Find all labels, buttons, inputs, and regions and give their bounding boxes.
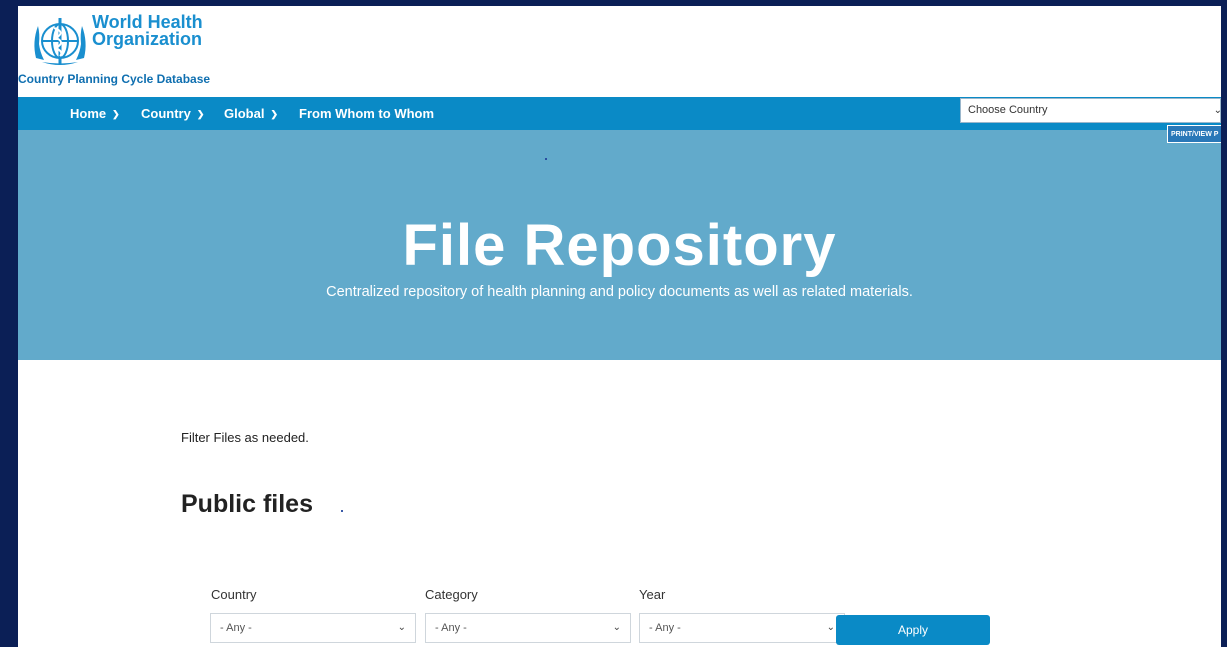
- database-name[interactable]: Country Planning Cycle Database: [18, 72, 210, 86]
- chevron-down-icon: ❯: [270, 109, 278, 120]
- chevron-down-icon: ❯: [196, 109, 205, 120]
- nav-item-from-whom-to-whom[interactable]: From Whom to Whom: [299, 97, 434, 130]
- chevron-down-icon: ⌄: [1213, 105, 1221, 116]
- browser-page: World Health Organization Country Planni…: [18, 6, 1221, 647]
- nav-item-country[interactable]: Country ❯: [141, 97, 204, 130]
- nav-item-label: From Whom to Whom: [299, 106, 435, 121]
- who-emblem-logo[interactable]: [32, 14, 88, 68]
- apply-button[interactable]: Apply: [836, 615, 990, 645]
- page-title: File Repository: [402, 213, 837, 278]
- country-filter-value: - Any -: [220, 622, 252, 634]
- category-filter-value: - Any -: [435, 622, 467, 634]
- hero-banner: File Repository Centralized repository o…: [18, 130, 1221, 360]
- decorative-dot: [341, 510, 343, 512]
- section-title-public-files: Public files: [181, 490, 313, 518]
- choose-country-select[interactable]: Choose Country ⌄: [960, 98, 1221, 123]
- nav-item-label: Country: [141, 106, 191, 121]
- category-filter-select[interactable]: - Any - ⌄: [425, 613, 631, 643]
- category-filter-label: Category: [425, 587, 478, 602]
- year-filter-value: - Any -: [649, 622, 681, 634]
- chevron-down-icon: ❯: [112, 109, 120, 120]
- nav-item-global[interactable]: Global ❯: [224, 97, 278, 130]
- chevron-down-icon: ⌄: [612, 622, 621, 633]
- chevron-down-icon: ⌄: [826, 622, 835, 633]
- nav-item-home[interactable]: Home ❯: [70, 97, 120, 130]
- site-header: World Health Organization Country Planni…: [18, 6, 1221, 97]
- choose-country-value: Choose Country: [968, 104, 1048, 116]
- filter-instructions: Filter Files as needed.: [181, 430, 309, 445]
- chevron-down-icon: ⌄: [397, 622, 406, 633]
- country-filter-label: Country: [211, 587, 257, 602]
- nav-item-label: Global: [224, 106, 265, 121]
- nav-item-label: Home: [70, 106, 107, 121]
- page-subtitle: Centralized repository of health plannin…: [326, 284, 913, 300]
- organization-name[interactable]: World Health Organization: [92, 13, 203, 48]
- year-filter-select[interactable]: - Any - ⌄: [639, 613, 845, 643]
- print-view-button[interactable]: PRINT/VIEW P: [1167, 125, 1221, 143]
- year-filter-label: Year: [639, 587, 666, 602]
- decorative-dot: [545, 158, 547, 160]
- country-filter-select[interactable]: - Any - ⌄: [210, 613, 416, 643]
